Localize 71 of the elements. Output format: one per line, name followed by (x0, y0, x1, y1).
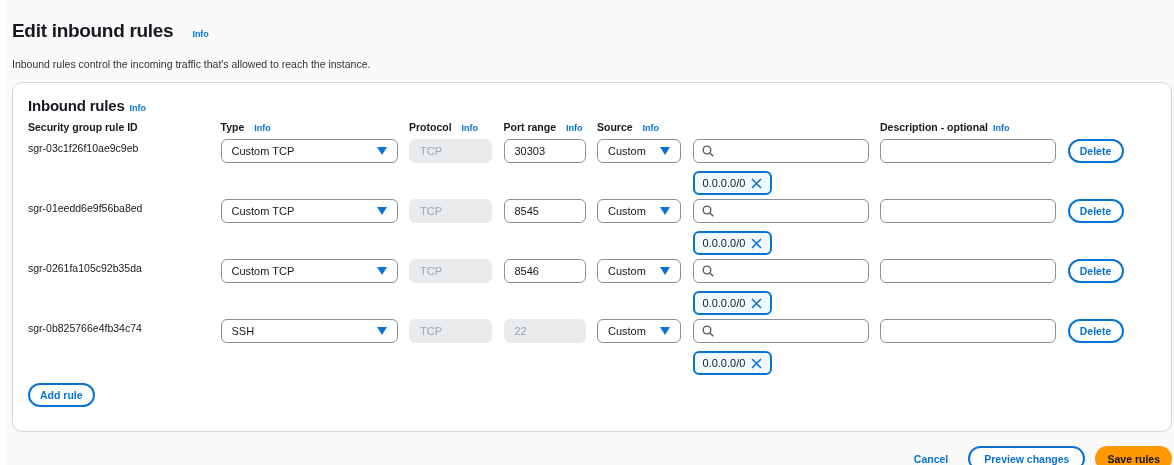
info-link[interactable]: Info (129, 103, 147, 113)
description-field[interactable] (880, 319, 1056, 343)
delete-button[interactable]: Delete (1067, 319, 1124, 343)
column-header: Description - optional (880, 121, 988, 133)
caret-icon (376, 207, 387, 215)
remove-icon[interactable] (751, 357, 763, 369)
cidr-token: 0.0.0.0/0 (692, 351, 773, 375)
protocol-field: TCP (409, 199, 492, 223)
caret-icon (660, 147, 670, 155)
caret-icon (660, 327, 670, 335)
column-header: Protocol (409, 121, 452, 133)
caret-icon (376, 327, 387, 335)
search-field[interactable] (692, 319, 869, 343)
preview-changes-button[interactable]: Preview changes (968, 446, 1086, 465)
source-select[interactable]: Custom (597, 259, 681, 283)
page-description: Inbound rules control the incoming traffic that's allowed to reach the instance. (12, 58, 372, 70)
page-title: Edit inbound rules (12, 20, 174, 42)
column-header: Type (220, 121, 245, 133)
cidr-token: 0.0.0.0/0 (692, 171, 773, 195)
caret-icon (376, 267, 387, 275)
info-link[interactable]: Info (992, 123, 1010, 133)
port-range-field[interactable]: 30303 (503, 139, 586, 163)
delete-button[interactable]: Delete (1067, 199, 1124, 223)
cidr-token: 0.0.0.0/0 (692, 291, 773, 315)
protocol-field: TCP (409, 139, 492, 163)
search-field[interactable] (692, 259, 869, 283)
cidr-token: 0.0.0.0/0 (692, 231, 773, 255)
column-header: Port range (503, 121, 556, 133)
rule-id: sgr-03c1f26f10ae9c9eb (28, 141, 140, 154)
protocol-field: TCP (409, 259, 492, 283)
info-link[interactable]: Info (642, 123, 660, 133)
info-link[interactable]: Info (566, 123, 583, 133)
type-select[interactable]: Custom TCP (220, 139, 398, 163)
column-header: Source (597, 121, 633, 133)
search-icon (701, 205, 714, 217)
info-link[interactable]: Info (178, 29, 223, 54)
remove-icon[interactable] (751, 177, 763, 189)
rule-id: sgr-0b825766e4fb34c74 (28, 321, 143, 334)
remove-icon[interactable] (751, 237, 763, 249)
port-range-field[interactable]: 8546 (503, 259, 586, 283)
caret-icon (660, 207, 670, 215)
caret-icon (660, 267, 670, 275)
add-rule-button[interactable]: Add rule (28, 383, 95, 407)
info-link[interactable]: Info (254, 123, 271, 133)
description-field[interactable] (880, 259, 1056, 283)
type-select[interactable]: SSH (220, 319, 398, 343)
source-select[interactable]: Custom (597, 199, 681, 223)
rule-id: sgr-0261fa105c92b35da (28, 261, 143, 274)
column-header: Security group rule ID (28, 121, 138, 133)
port-range-field[interactable]: 8545 (503, 199, 586, 223)
search-icon (701, 145, 714, 157)
description-field[interactable] (880, 139, 1056, 163)
type-select[interactable]: Custom TCP (220, 259, 398, 283)
rule-id: sgr-01eedd6e9f56ba8ed (28, 201, 144, 214)
protocol-field: TCP (409, 319, 492, 343)
remove-icon[interactable] (751, 297, 763, 309)
cancel-link[interactable]: Cancel (913, 452, 949, 465)
info-link[interactable]: Info (461, 123, 479, 133)
delete-button[interactable]: Delete (1067, 139, 1124, 163)
source-select[interactable]: Custom (597, 139, 681, 163)
delete-button[interactable]: Delete (1067, 259, 1124, 283)
search-field[interactable] (692, 199, 869, 223)
search-icon (701, 265, 714, 277)
search-icon (701, 325, 714, 337)
type-select[interactable]: Custom TCP (220, 199, 398, 223)
source-select[interactable]: Custom (597, 319, 681, 343)
caret-icon (376, 147, 387, 155)
description-field[interactable] (880, 199, 1056, 223)
save-rules-button[interactable]: Save rules (1095, 446, 1172, 465)
panel-title: Inbound rules (28, 97, 125, 114)
search-field[interactable] (692, 139, 869, 163)
